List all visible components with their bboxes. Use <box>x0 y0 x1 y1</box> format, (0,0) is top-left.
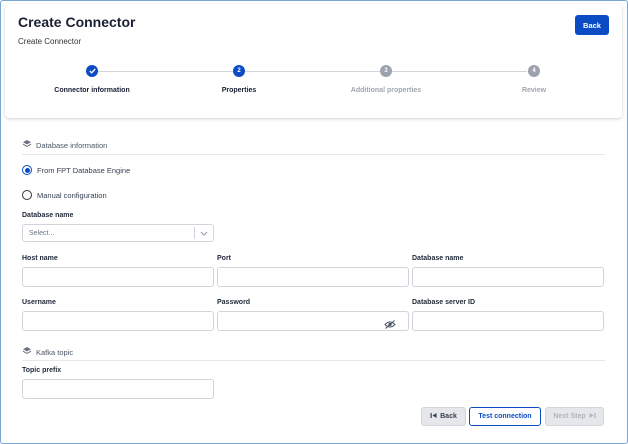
header-card: Create Connector Create Connector Back <box>5 4 622 118</box>
skip-back-icon <box>430 412 437 421</box>
kafka-section-header: Kafka topic <box>22 346 73 358</box>
chevron-down-icon[interactable] <box>195 231 213 236</box>
server-id-label: Database server ID <box>412 299 476 306</box>
step-4-label: Review <box>521 87 547 94</box>
step-4-indicator: 4 <box>528 65 540 77</box>
stepper-connector <box>392 71 527 72</box>
step-2-indicator: 2 <box>233 65 245 77</box>
database-name-select[interactable]: Select... <box>22 224 214 242</box>
database-name-input[interactable] <box>412 267 604 287</box>
radio-button-checked[interactable] <box>22 165 32 175</box>
username-input[interactable] <box>22 311 214 331</box>
next-step-label: Next Step <box>553 413 586 420</box>
database-name-select-label: Database name <box>22 212 74 219</box>
stepper-connector <box>245 71 380 72</box>
database-name-label: Database name <box>412 255 464 262</box>
eye-slash-icon[interactable] <box>384 316 396 329</box>
back-button[interactable]: Back <box>575 15 609 35</box>
port-label: Port <box>217 255 231 262</box>
step-1-check-icon <box>86 65 98 77</box>
server-id-input[interactable] <box>412 311 604 331</box>
host-name-input[interactable] <box>22 267 214 287</box>
radio-button-unchecked[interactable] <box>22 190 32 200</box>
step-1-label: Connector information <box>54 87 130 94</box>
database-section-header: Database information <box>22 139 107 151</box>
step-3-label: Additional properties <box>350 87 422 94</box>
password-input[interactable] <box>217 311 409 331</box>
radio-from-fpt[interactable]: From FPT Database Engine <box>22 165 130 175</box>
radio-manual-config-label: Manual configuration <box>37 190 107 200</box>
page-title: Create Connector <box>18 14 136 30</box>
topic-prefix-label: Topic prefix <box>22 367 62 374</box>
select-placeholder: Select... <box>29 229 55 237</box>
layers-icon <box>22 346 32 358</box>
step-2-label: Properties <box>221 87 257 94</box>
footer-back-button[interactable]: Back <box>421 407 466 426</box>
skip-forward-icon <box>589 412 596 421</box>
footer-back-label: Back <box>440 413 457 420</box>
next-step-button[interactable]: Next Step <box>545 407 604 426</box>
username-label: Username <box>22 299 56 306</box>
test-connection-button[interactable]: Test connection <box>469 407 541 426</box>
port-input[interactable] <box>217 267 409 287</box>
radio-from-fpt-label: From FPT Database Engine <box>37 165 131 175</box>
radio-manual-config[interactable]: Manual configuration <box>22 190 107 200</box>
host-name-label: Host name <box>22 255 58 262</box>
stepper-connector <box>98 71 233 72</box>
layers-icon <box>22 139 32 151</box>
kafka-section-title: Kafka topic <box>36 347 74 357</box>
section-divider <box>22 154 605 155</box>
section-divider <box>22 360 605 361</box>
page-subtitle: Create Connector <box>18 37 82 46</box>
password-label: Password <box>217 299 251 306</box>
topic-prefix-input[interactable] <box>22 379 214 399</box>
database-section-title: Database information <box>36 140 108 150</box>
step-3-indicator: 3 <box>380 65 392 77</box>
